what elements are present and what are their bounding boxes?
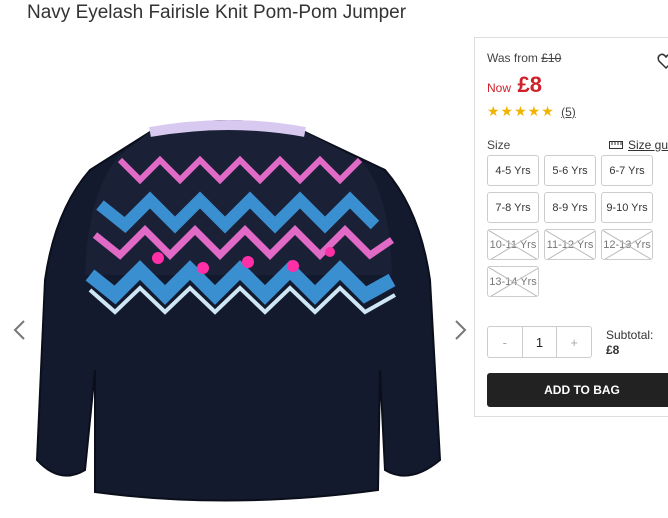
was-price-value: £10 — [541, 51, 562, 65]
product-image-gallery — [0, 40, 470, 513]
size-label: Size — [487, 138, 511, 152]
product-image — [35, 120, 442, 502]
size-guide-link[interactable]: Size gui — [609, 138, 668, 152]
ruler-icon — [609, 141, 623, 149]
subtotal-label: Subtotal: — [606, 328, 654, 342]
product-title: Navy Eyelash Fairisle Knit Pom-Pom Jumpe… — [27, 2, 407, 23]
quantity-increment-button[interactable]: + — [557, 327, 591, 357]
now-price: Now £8 — [487, 72, 542, 98]
purchase-panel: Was from £10 Now £8 ★★★★★ (5) Size Size … — [474, 37, 668, 417]
was-price: Was from £10 — [487, 51, 561, 65]
subtotal-value: £8 — [606, 343, 620, 357]
chevron-left-icon[interactable] — [10, 318, 30, 342]
subtotal: Subtotal: £8 — [606, 328, 653, 358]
size-option-unavailable[interactable]: 11-12 Yrs — [544, 229, 596, 260]
size-option-unavailable[interactable]: 10-11 Yrs — [487, 229, 539, 260]
size-option-unavailable[interactable]: 13-14 Yrs — [487, 266, 539, 297]
quantity-stepper: - 1 + — [487, 326, 592, 358]
heart-icon[interactable] — [657, 52, 668, 70]
quantity-input[interactable]: 1 — [521, 327, 558, 357]
now-price-label: Now — [487, 81, 512, 95]
size-option[interactable]: 5-6 Yrs — [544, 155, 596, 186]
chevron-right-icon[interactable] — [450, 318, 470, 342]
star-rating-icon: ★★★★★ — [487, 103, 555, 119]
add-to-bag-button[interactable]: ADD TO BAG — [487, 373, 668, 407]
size-option[interactable]: 9-10 Yrs — [601, 192, 653, 223]
size-option[interactable]: 4-5 Yrs — [487, 155, 539, 186]
was-price-label: Was from — [487, 51, 538, 65]
size-option[interactable]: 7-8 Yrs — [487, 192, 539, 223]
rating: ★★★★★ (5) — [487, 103, 576, 120]
size-option[interactable]: 6-7 Yrs — [601, 155, 653, 186]
size-option[interactable]: 8-9 Yrs — [544, 192, 596, 223]
size-guide-label: Size gui — [628, 138, 668, 152]
review-count-link[interactable]: (5) — [561, 105, 576, 119]
quantity-decrement-button[interactable]: - — [488, 327, 522, 357]
now-price-value: £8 — [517, 72, 542, 97]
size-option-unavailable[interactable]: 12-13 Yrs — [601, 229, 653, 260]
